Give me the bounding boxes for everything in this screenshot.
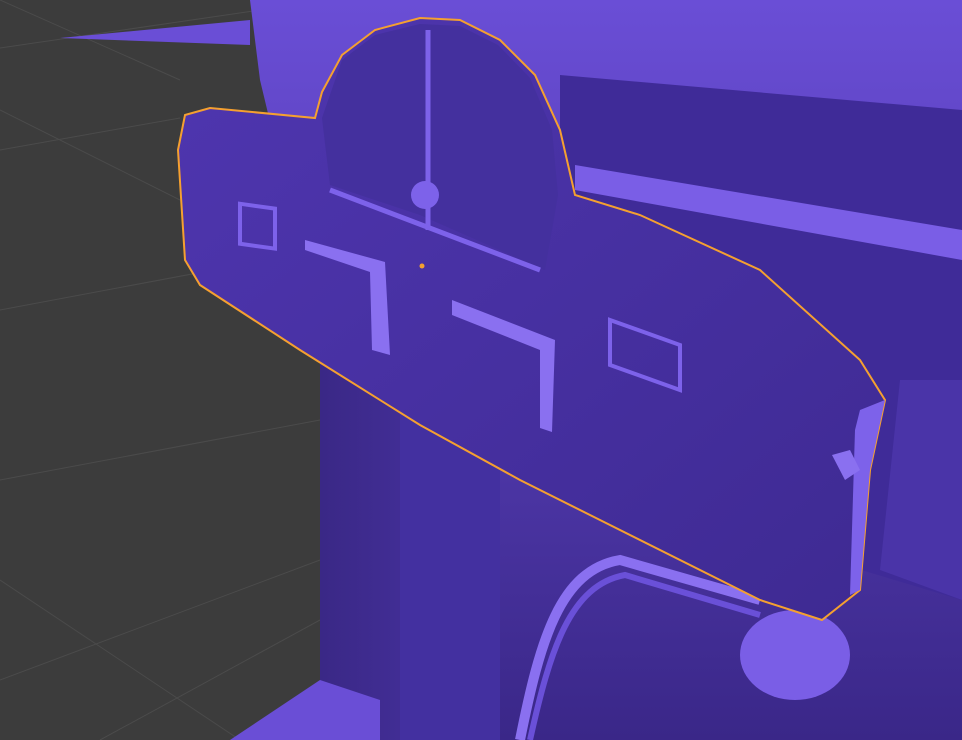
origin-marker [419, 263, 425, 269]
viewport-canvas[interactable] [0, 0, 962, 740]
3d-viewport[interactable] [0, 0, 962, 740]
